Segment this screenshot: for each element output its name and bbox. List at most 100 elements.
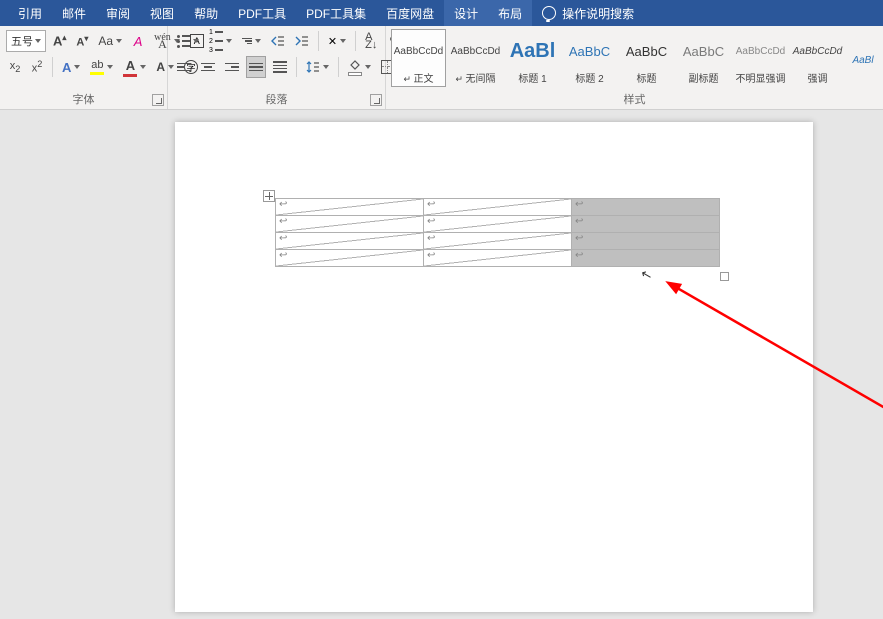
change-case-button[interactable]: Aa bbox=[95, 30, 125, 52]
style-name: 强调 bbox=[791, 70, 844, 85]
style-item-1[interactable]: AaBbCcDd ↵ 无间隔 bbox=[448, 29, 503, 87]
tab-partial-left[interactable] bbox=[0, 0, 8, 26]
table-cell[interactable]: ↩ bbox=[424, 233, 572, 250]
tell-me-label: 操作说明搜索 bbox=[562, 5, 634, 22]
highlight-button[interactable]: ab bbox=[87, 56, 116, 78]
group-label-font: 字体 bbox=[0, 91, 167, 109]
align-distributed-button[interactable] bbox=[270, 56, 290, 78]
style-item-6[interactable]: AaBbCcDd 不明显强调 bbox=[733, 29, 788, 87]
font-color-button[interactable]: A bbox=[120, 56, 149, 78]
font-size-value: 五号 bbox=[11, 33, 33, 49]
table-cell-selected[interactable]: ↩ bbox=[572, 233, 720, 250]
ribbon-tabs: 引用 邮件 审阅 视图 帮助 PDF工具 PDF工具集 百度网盘 设计 布局 操… bbox=[0, 0, 883, 26]
mouse-cursor-icon: ↖ bbox=[639, 266, 654, 284]
grow-font-button[interactable]: A▴ bbox=[50, 30, 69, 52]
subscript-button[interactable]: x2 bbox=[6, 56, 24, 78]
style-name: 标题 bbox=[620, 70, 673, 85]
dropdown-icon bbox=[35, 39, 41, 43]
tab-baidu[interactable]: 百度网盘 bbox=[376, 0, 444, 26]
tab-help[interactable]: 帮助 bbox=[184, 0, 228, 26]
style-preview: AaBl bbox=[510, 40, 556, 63]
align-right-button[interactable] bbox=[222, 56, 242, 78]
tab-pdf-set[interactable]: PDF工具集 bbox=[296, 0, 376, 26]
multilevel-button[interactable] bbox=[239, 30, 264, 52]
group-styles: AaBbCcDd ↵ 正文 AaBbCcDd ↵ 无间隔 AaBl 标题 1 AaBbC 标题… bbox=[386, 26, 883, 109]
text-direction-button[interactable]: ✕ bbox=[325, 30, 349, 52]
indent-dec-button[interactable] bbox=[268, 30, 288, 52]
paragraph-launcher[interactable] bbox=[370, 94, 382, 106]
table-cell-selected[interactable]: ↩ bbox=[572, 199, 720, 216]
style-preview: AaBbC bbox=[569, 44, 610, 59]
tab-references[interactable]: 引用 bbox=[8, 0, 52, 26]
style-preview: AaBbCcDd bbox=[394, 46, 443, 57]
document-table[interactable]: ↩ ↩ ↩ ↩ ↩ ↩ ↩ ↩ ↩ ↩ ↩ ↩ bbox=[275, 198, 720, 267]
style-name: 不明显强调 bbox=[734, 70, 787, 85]
style-name: ↵ 无间隔 bbox=[449, 70, 502, 85]
clear-format-button[interactable]: A bbox=[129, 30, 147, 52]
table-row[interactable]: ↩ ↩ ↩ bbox=[276, 250, 720, 267]
bullets-button[interactable] bbox=[174, 30, 202, 52]
style-item-8[interactable]: AaBl bbox=[847, 29, 879, 87]
table-cell-selected[interactable]: ↩ bbox=[572, 250, 720, 267]
table-move-handle[interactable] bbox=[263, 190, 275, 202]
ribbon: 五号 A▴ A▾ Aa A wénA A x2 x2 A ab A bbox=[0, 26, 883, 110]
align-justify-button[interactable] bbox=[246, 56, 266, 78]
style-preview: AaBbC bbox=[626, 44, 667, 59]
table-row[interactable]: ↩ ↩ ↩ bbox=[276, 199, 720, 216]
superscript-button[interactable]: x2 bbox=[28, 56, 46, 78]
tab-layout[interactable]: 布局 bbox=[488, 0, 532, 26]
font-launcher[interactable] bbox=[152, 94, 164, 106]
style-preview: AaBbCcDd bbox=[736, 46, 785, 57]
line-spacing-button[interactable] bbox=[303, 56, 332, 78]
align-left-button[interactable] bbox=[174, 56, 194, 78]
table-cell[interactable]: ↩ bbox=[424, 250, 572, 267]
table-cell[interactable]: ↩ bbox=[276, 250, 424, 267]
style-item-3[interactable]: AaBbC 标题 2 bbox=[562, 29, 617, 87]
lightbulb-icon bbox=[542, 6, 556, 20]
table-resize-handle[interactable] bbox=[720, 272, 729, 281]
style-preview: AaBbCcDd bbox=[793, 46, 842, 57]
indent-inc-button[interactable] bbox=[292, 30, 312, 52]
table-cell-selected[interactable]: ↩ bbox=[572, 216, 720, 233]
style-preview: AaBbC bbox=[683, 44, 724, 59]
group-font: 五号 A▴ A▾ Aa A wénA A x2 x2 A ab A bbox=[0, 26, 168, 109]
tab-pdf-tools[interactable]: PDF工具 bbox=[228, 0, 296, 26]
shading-button[interactable] bbox=[345, 56, 374, 78]
group-label-paragraph: 段落 bbox=[168, 91, 385, 109]
style-preview: AaBbCcDd bbox=[451, 46, 500, 57]
styles-gallery[interactable]: AaBbCcDd ↵ 正文 AaBbCcDd ↵ 无间隔 AaBl 标题 1 AaBbC 标题… bbox=[386, 26, 883, 91]
tab-view[interactable]: 视图 bbox=[140, 0, 184, 26]
style-item-5[interactable]: AaBbC 副标题 bbox=[676, 29, 731, 87]
shrink-font-button[interactable]: A▾ bbox=[73, 30, 91, 52]
tab-review[interactable]: 审阅 bbox=[96, 0, 140, 26]
style-item-4[interactable]: AaBbC 标题 bbox=[619, 29, 674, 87]
tab-mailings[interactable]: 邮件 bbox=[52, 0, 96, 26]
align-center-button[interactable] bbox=[198, 56, 218, 78]
style-preview: AaBl bbox=[852, 55, 873, 66]
table-cell[interactable]: ↩ bbox=[276, 216, 424, 233]
numbering-button[interactable]: 123 bbox=[206, 30, 235, 52]
style-name: ↵ 正文 bbox=[392, 70, 445, 85]
style-name: 标题 2 bbox=[563, 70, 616, 85]
table-row[interactable]: ↩ ↩ ↩ bbox=[276, 233, 720, 250]
page[interactable]: ↩ ↩ ↩ ↩ ↩ ↩ ↩ ↩ ↩ ↩ ↩ ↩ ↖ bbox=[175, 122, 813, 612]
table-cell[interactable]: ↩ bbox=[276, 233, 424, 250]
table-cell[interactable]: ↩ bbox=[276, 199, 424, 216]
style-item-0[interactable]: AaBbCcDd ↵ 正文 bbox=[391, 29, 446, 87]
style-name: 标题 1 bbox=[506, 70, 559, 85]
group-paragraph: 123 ✕ AZ↓ ¶ bbox=[168, 26, 386, 109]
table-cell[interactable]: ↩ bbox=[424, 199, 572, 216]
font-size-combo[interactable]: 五号 bbox=[6, 30, 46, 52]
annotation-arrow bbox=[665, 281, 883, 422]
text-effects-button[interactable]: A bbox=[59, 56, 83, 78]
style-name: 副标题 bbox=[677, 70, 730, 85]
style-item-7[interactable]: AaBbCcDd 强调 bbox=[790, 29, 845, 87]
paint-bucket-icon bbox=[348, 59, 362, 70]
table-row[interactable]: ↩ ↩ ↩ bbox=[276, 216, 720, 233]
table-cell[interactable]: ↩ bbox=[424, 216, 572, 233]
sort-button[interactable]: AZ↓ bbox=[362, 30, 380, 52]
document-area: ↩ ↩ ↩ ↩ ↩ ↩ ↩ ↩ ↩ ↩ ↩ ↩ ↖ bbox=[0, 110, 883, 619]
tell-me[interactable]: 操作说明搜索 bbox=[532, 0, 644, 26]
style-item-2[interactable]: AaBl 标题 1 bbox=[505, 29, 560, 87]
tab-design[interactable]: 设计 bbox=[444, 0, 488, 26]
